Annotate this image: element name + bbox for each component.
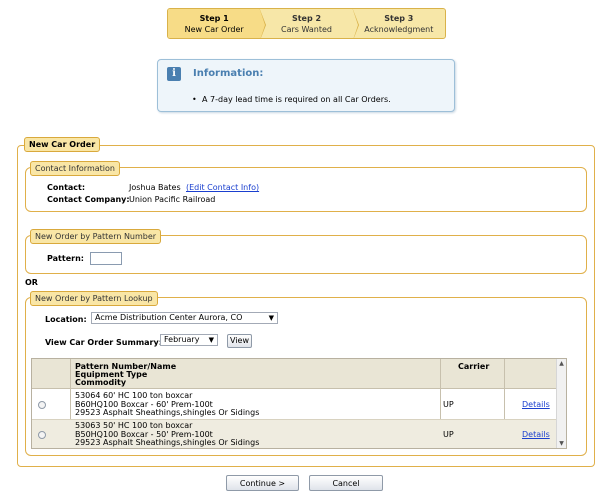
cancel-button[interactable]: Cancel (309, 475, 383, 491)
row-details-link[interactable]: Details (522, 400, 550, 410)
pattern-lookup-legend: New Order by Pattern Lookup (30, 291, 158, 306)
information-panel: i Information: A 7-day lead time is requ… (157, 59, 455, 112)
information-item: A 7-day lead time is required on all Car… (192, 95, 391, 104)
table-header: Pattern Number/Name Equipment Type Commo… (32, 359, 566, 389)
car-order-summary-label: View Car Order Summary: (45, 338, 162, 347)
row-details-link[interactable]: Details (522, 430, 550, 440)
location-select-value: Acme Distribution Center Aurora, CO (95, 313, 243, 322)
row-select-radio[interactable] (38, 401, 46, 409)
step-label: Cars Wanted (280, 25, 332, 34)
step-number: Step 2 (291, 14, 322, 23)
pattern-label: Pattern: (47, 254, 84, 263)
view-button[interactable]: View (227, 334, 252, 348)
row-select-radio[interactable] (38, 431, 46, 439)
step-label: Acknowledgment (364, 25, 434, 34)
pattern-input[interactable] (90, 252, 122, 265)
contact-information-legend: Contact Information (30, 161, 120, 176)
pattern-table: Pattern Number/Name Equipment Type Commo… (31, 358, 567, 449)
column-header-carrier: Carrier (458, 362, 490, 371)
month-select[interactable]: February ▼ (160, 334, 218, 346)
new-car-order-legend: New Car Order (24, 137, 101, 152)
scroll-up-icon[interactable]: ▲ (557, 359, 566, 368)
info-icon: i (167, 67, 181, 81)
continue-button[interactable]: Continue > (226, 475, 299, 491)
row-carrier: UP (443, 430, 454, 439)
row-carrier: UP (443, 400, 454, 409)
edit-contact-info-link[interactable]: (Edit Contact Info) (186, 183, 259, 192)
table-row: 53063 50' HC 100 ton boxcar B50HQ100 Box… (32, 420, 558, 448)
row-commodity: 29523 Asphalt Sheathings,shingles Or Sid… (75, 438, 260, 447)
step-label: New Car Order (184, 25, 244, 34)
column-header-commodity: Commodity (75, 378, 127, 387)
location-label: Location: (45, 315, 87, 324)
contact-company-label: Contact Company: (47, 195, 130, 204)
pattern-number-legend: New Order by Pattern Number (30, 229, 162, 244)
wizard-step-3: Step 3 Acknowledgment (353, 9, 445, 38)
wizard-step-1: Step 1 New Car Order (168, 9, 267, 38)
contact-company-value: Union Pacific Railroad (129, 195, 216, 204)
information-title: Information: (193, 68, 264, 79)
contact-value: Joshua Bates (129, 183, 181, 192)
table-scrollbar[interactable]: ▲ ▼ (556, 359, 566, 448)
wizard-step-2: Step 2 Cars Wanted (260, 9, 360, 38)
wizard-steps: Step 1 New Car Order Step 2 Cars Wanted … (167, 8, 446, 39)
or-label: OR (25, 278, 38, 287)
step-number: Step 1 (199, 14, 229, 23)
chevron-down-icon: ▼ (208, 336, 214, 344)
row-commodity: 29523 Asphalt Sheathings,shingles Or Sid… (75, 408, 260, 417)
contact-label: Contact: (47, 183, 86, 192)
chevron-down-icon: ▼ (268, 314, 274, 322)
step-number: Step 3 (384, 14, 414, 23)
scroll-down-icon[interactable]: ▼ (557, 439, 566, 448)
month-select-value: February (164, 335, 200, 344)
table-row: 53064 60' HC 100 ton boxcar B60HQ100 Box… (32, 390, 558, 420)
location-select[interactable]: Acme Distribution Center Aurora, CO ▼ (91, 312, 278, 324)
